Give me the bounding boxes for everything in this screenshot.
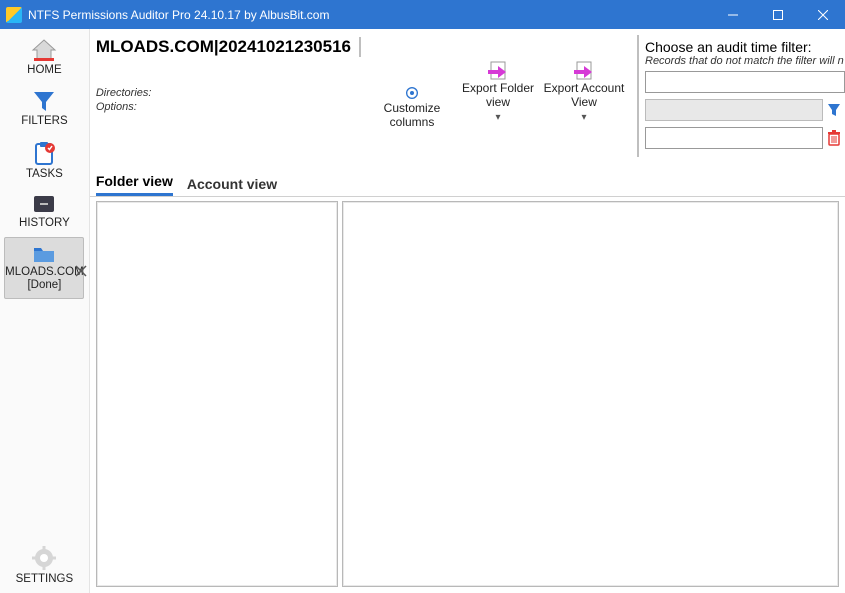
minimize-icon [728,10,738,20]
close-tab-button[interactable] [75,265,87,277]
filter-apply-button[interactable] [823,99,845,121]
window-title: NTFS Permissions Auditor Pro 24.10.17 by… [28,8,710,22]
sidebar-item-home[interactable]: HOME [4,33,84,84]
sidebar-label: FILTERS [21,115,67,128]
chevron-down-icon: ▾ [581,111,586,125]
sidebar-label: TASKS [26,168,63,181]
filter-subtitle: Records that do not match the filter wil… [645,55,845,67]
filter-input-2[interactable] [645,99,823,121]
x-icon [75,265,87,277]
scan-meta: Directories: Options: [96,87,361,113]
filter-input-3[interactable] [645,127,823,149]
clipboard-icon [31,140,57,166]
view-tabs: Folder view Account view [90,173,845,197]
main-area: MLOADS.COM|20241021230516 Directories: O… [90,29,845,593]
sidebar-item-filters[interactable]: FILTERS [4,84,84,135]
funnel-icon [827,103,841,117]
details-panel[interactable] [342,201,839,587]
sidebar-label: HOME [27,64,62,77]
sidebar-label: MLOADS.COM [Done] [5,266,84,292]
sidebar-item-scan[interactable]: MLOADS.COM [Done] [4,237,84,299]
sidebar-item-history[interactable]: HISTORY [4,188,84,237]
folder-icon [31,242,57,264]
chevron-down-icon: ▾ [495,111,500,125]
minimize-button[interactable] [710,0,755,29]
export-icon [572,59,596,81]
home-icon [31,38,57,62]
directories-label: Directories: [96,87,361,99]
sidebar-item-tasks[interactable]: TASKS [4,135,84,188]
sidebar: HOME FILTERS TASKS HISTORY MLOADS.COM [D… [0,29,90,593]
trash-icon [827,130,841,146]
tab-account-view[interactable]: Account view [187,176,277,196]
export-folder-view-button[interactable]: Export Folder view ▾ [455,59,541,125]
export-icon [486,59,510,81]
drawer-icon [31,193,57,215]
titlebar: NTFS Permissions Auditor Pro 24.10.17 by… [0,0,845,29]
gear-icon [404,85,420,101]
funnel-icon [31,89,57,113]
filter-title: Choose an audit time filter: [645,39,845,55]
toolbar: Customize columns Export Folder view ▾ E… [369,35,639,157]
maximize-button[interactable] [755,0,800,29]
maximize-icon [773,10,783,20]
sidebar-label: SETTINGS [16,573,74,586]
filter-delete-button[interactable] [823,127,845,149]
app-icon [6,7,22,23]
close-button[interactable] [800,0,845,29]
filter-panel: Choose an audit time filter: Records tha… [639,35,845,159]
header-left: MLOADS.COM|20241021230516 Directories: O… [96,35,361,115]
export-account-view-button[interactable]: Export Account View ▾ [541,59,627,125]
toolbar-label: Customize columns [369,101,455,129]
sidebar-label: HISTORY [19,217,70,230]
filter-input-1[interactable] [645,71,845,93]
sidebar-item-settings[interactable]: SETTINGS [4,540,84,593]
folder-tree-panel[interactable] [96,201,338,587]
tab-folder-view[interactable]: Folder view [96,173,173,196]
header-row: MLOADS.COM|20241021230516 Directories: O… [90,29,845,163]
toolbar-label: Export Folder view [455,81,541,109]
customize-columns-button[interactable]: Customize columns [369,85,455,129]
scan-title: MLOADS.COM|20241021230516 [96,37,361,57]
gear-icon [31,545,57,571]
options-label: Options: [96,101,361,113]
toolbar-label: Export Account View [541,81,627,109]
content-area [90,197,845,593]
close-icon [818,10,828,20]
